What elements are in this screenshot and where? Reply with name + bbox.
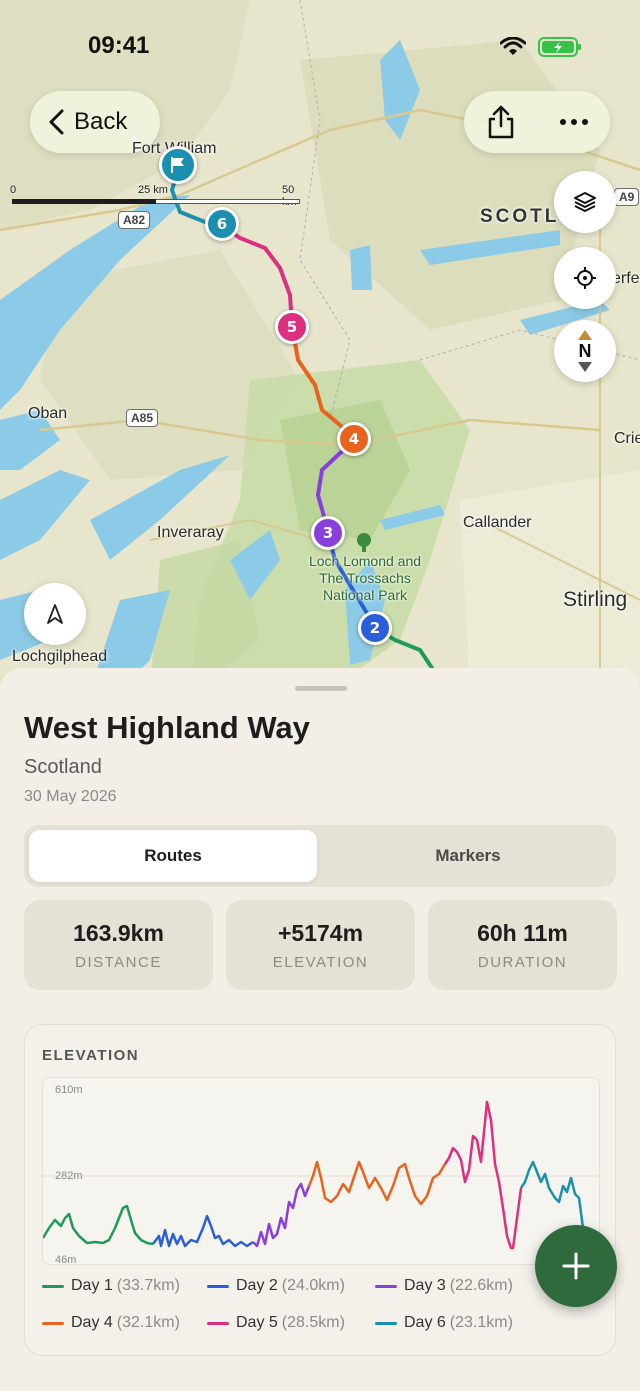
day-marker-6[interactable]: 6 <box>205 207 239 241</box>
place-crieff: Crie <box>614 430 640 447</box>
layers-button[interactable] <box>554 171 616 233</box>
stat-distance-label: DISTANCE <box>75 954 162 971</box>
day-marker-4[interactable]: 4 <box>337 422 371 456</box>
scale-bar-fill <box>12 199 156 204</box>
chevron-left-icon <box>49 109 64 135</box>
status-time: 09:41 <box>88 32 150 59</box>
road-shield-a82: A82 <box>118 211 151 229</box>
layers-icon <box>574 192 596 212</box>
legend-swatch <box>207 1284 229 1288</box>
navigation-arrow-icon <box>47 604 63 624</box>
elevation-card: ELEVATION 610m 282m 46m Day 1 (33.7km) D… <box>24 1024 616 1356</box>
legend-swatch <box>42 1284 64 1288</box>
legend-item-day6: Day 6 (23.1km) <box>375 1314 513 1332</box>
legend-swatch <box>375 1284 397 1288</box>
place-scotland: SCOTL <box>480 206 560 227</box>
scale-tick-0: 0 <box>10 184 17 196</box>
elevation-title: ELEVATION <box>42 1047 140 1064</box>
place-perth: erfe <box>612 270 640 287</box>
compass-north-arrow-icon <box>578 330 592 340</box>
flag-icon <box>171 157 184 173</box>
add-button[interactable] <box>535 1225 617 1307</box>
stat-elevation-label: ELEVATION <box>272 954 369 971</box>
elevation-chart[interactable]: 610m 282m 46m <box>42 1077 600 1265</box>
place-inveraray: Inveraray <box>157 524 224 541</box>
view-segmented-control: Routes Markers <box>24 825 616 887</box>
stat-duration-value: 60h 11m <box>477 920 568 946</box>
stat-distance: 163.9km DISTANCE <box>24 900 213 990</box>
legend-swatch <box>42 1321 64 1325</box>
elevation-profile <box>43 1100 599 1250</box>
day-marker-5[interactable]: 5 <box>275 310 309 344</box>
stat-duration: 60h 11m DURATION <box>428 900 617 990</box>
place-stirling: Stirling <box>563 588 628 611</box>
status-icons <box>500 36 582 58</box>
scale-tick-25: 25 km <box>138 184 168 196</box>
day-marker-3[interactable]: 3 <box>311 516 345 550</box>
map-view[interactable]: 09:41 Back 0 25 km 50 Fort William Oban … <box>0 0 640 690</box>
ytick-top: 610m <box>55 1084 83 1096</box>
route-date: 30 May 2026 <box>24 788 117 805</box>
place-lochgilphead: Lochgilphead <box>12 648 108 665</box>
route-end-flag[interactable] <box>159 146 197 184</box>
wifi-icon <box>500 37 526 55</box>
stat-distance-value: 163.9km <box>73 920 164 946</box>
legend-item-day5: Day 5 (28.5km) <box>207 1314 345 1332</box>
park-label: Loch Lomond and The Trossachs National P… <box>308 553 422 603</box>
compass-south-arrow-icon <box>578 362 592 372</box>
stat-duration-label: DURATION <box>477 954 568 971</box>
plus-icon <box>562 1252 590 1280</box>
route-title: West Highland Way <box>24 710 310 745</box>
more-icon[interactable] <box>559 117 589 127</box>
share-icon[interactable] <box>486 104 516 140</box>
map-actions <box>464 91 610 153</box>
stat-elevation: +5174m ELEVATION <box>226 900 415 990</box>
day-marker-2[interactable]: 2 <box>358 611 392 645</box>
legend-swatch <box>375 1321 397 1325</box>
tab-markers[interactable]: Markers <box>324 830 612 882</box>
tab-routes[interactable]: Routes <box>29 830 317 882</box>
compass-label: N <box>578 341 592 361</box>
ytick-bottom: 46m <box>55 1254 77 1265</box>
sheet-grabber[interactable] <box>295 686 347 691</box>
scale-bar: 0 25 km 50 km <box>10 184 302 214</box>
legend-item-day2: Day 2 (24.0km) <box>207 1277 345 1295</box>
battery-icon <box>538 37 581 57</box>
back-label: Back <box>74 108 128 135</box>
legend-swatch <box>207 1321 229 1325</box>
crosshair-icon <box>574 267 596 289</box>
ytick-mid: 282m <box>55 1170 83 1182</box>
legend-item-day1: Day 1 (33.7km) <box>42 1277 180 1295</box>
route-region: Scotland <box>24 756 102 778</box>
scale-tick-50: 50 km <box>282 184 297 208</box>
locate-button[interactable] <box>554 247 616 309</box>
stat-elevation-value: +5174m <box>277 920 364 946</box>
compass-button[interactable]: N <box>554 320 616 382</box>
place-callander: Callander <box>463 514 532 531</box>
legend-item-day4: Day 4 (32.1km) <box>42 1314 180 1332</box>
navigate-button[interactable] <box>24 583 86 645</box>
place-oban: Oban <box>28 405 68 422</box>
road-shield-a9: A9 <box>614 188 640 206</box>
legend-item-day3: Day 3 (22.6km) <box>375 1277 513 1295</box>
road-shield-a85: A85 <box>126 409 159 427</box>
